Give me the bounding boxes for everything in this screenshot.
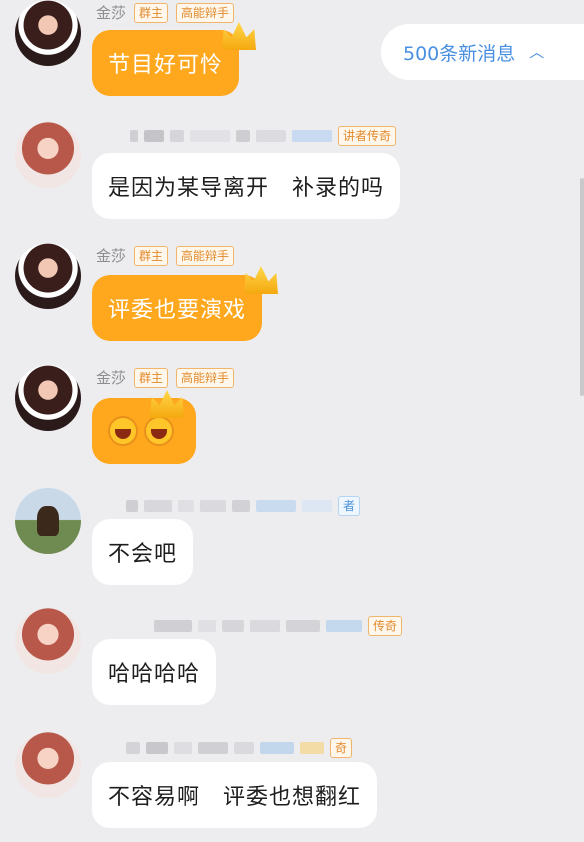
avatar[interactable] [15,0,81,66]
blurred-username: 者 [126,496,361,516]
title-badge: 高能辩手 [176,245,235,266]
crown-icon [222,22,256,50]
crown-icon [150,390,184,418]
sender-name[interactable]: 金莎 [96,367,126,388]
avatar[interactable] [15,122,81,188]
owner-badge: 群主 [134,2,169,23]
title-badge: 讲者传奇 [338,126,397,146]
message-bubble[interactable]: 不会吧 [92,519,194,585]
message-bubble[interactable]: 哈哈哈哈 [92,639,217,705]
laughing-emoji-icon [144,416,174,446]
owner-badge: 群主 [134,367,169,388]
blurred-username: 讲者传奇 [130,126,397,146]
crown-icon [244,266,278,294]
new-messages-label: 500条新消息 [403,42,516,65]
blurred-username: 传奇 [154,616,403,636]
avatar[interactable] [15,488,81,554]
title-badge: 高能辩手 [176,367,235,388]
message-bubble[interactable]: 评委也要演戏 [92,275,263,341]
message-bubble[interactable]: 节目好可怜 [92,30,240,96]
message-text: 不容易啊 评委也想翻红 [108,785,362,810]
avatar[interactable] [15,365,81,431]
title-badge: 高能辩手 [176,2,235,23]
message-text: 节目好可怜 [108,53,224,78]
sender-name[interactable]: 金莎 [96,2,126,23]
scrollbar[interactable] [580,178,584,396]
message-text: 不会吧 [108,542,178,567]
message-bubble[interactable]: 是因为某导离开 补录的吗 [92,153,401,219]
message-text: 是因为某导离开 补录的吗 [108,176,385,201]
sender-name[interactable]: 金莎 [96,245,126,266]
title-badge: 传奇 [368,616,403,636]
message-text: 哈哈哈哈 [108,662,201,687]
title-badge: 奇 [330,738,353,758]
message-text: 评委也要演戏 [108,298,247,323]
owner-badge: 群主 [134,245,169,266]
avatar[interactable] [15,608,81,674]
laughing-emoji-icon [108,416,138,446]
avatar[interactable] [15,732,81,798]
blurred-username: 奇 [126,738,353,758]
chevron-up-icon: ︿ [529,42,545,61]
title-badge: 者 [338,496,361,516]
new-messages-button[interactable]: 500条新消息 ︿ [381,24,584,80]
message-bubble[interactable]: 不容易啊 评委也想翻红 [92,762,378,828]
avatar[interactable] [15,243,81,309]
